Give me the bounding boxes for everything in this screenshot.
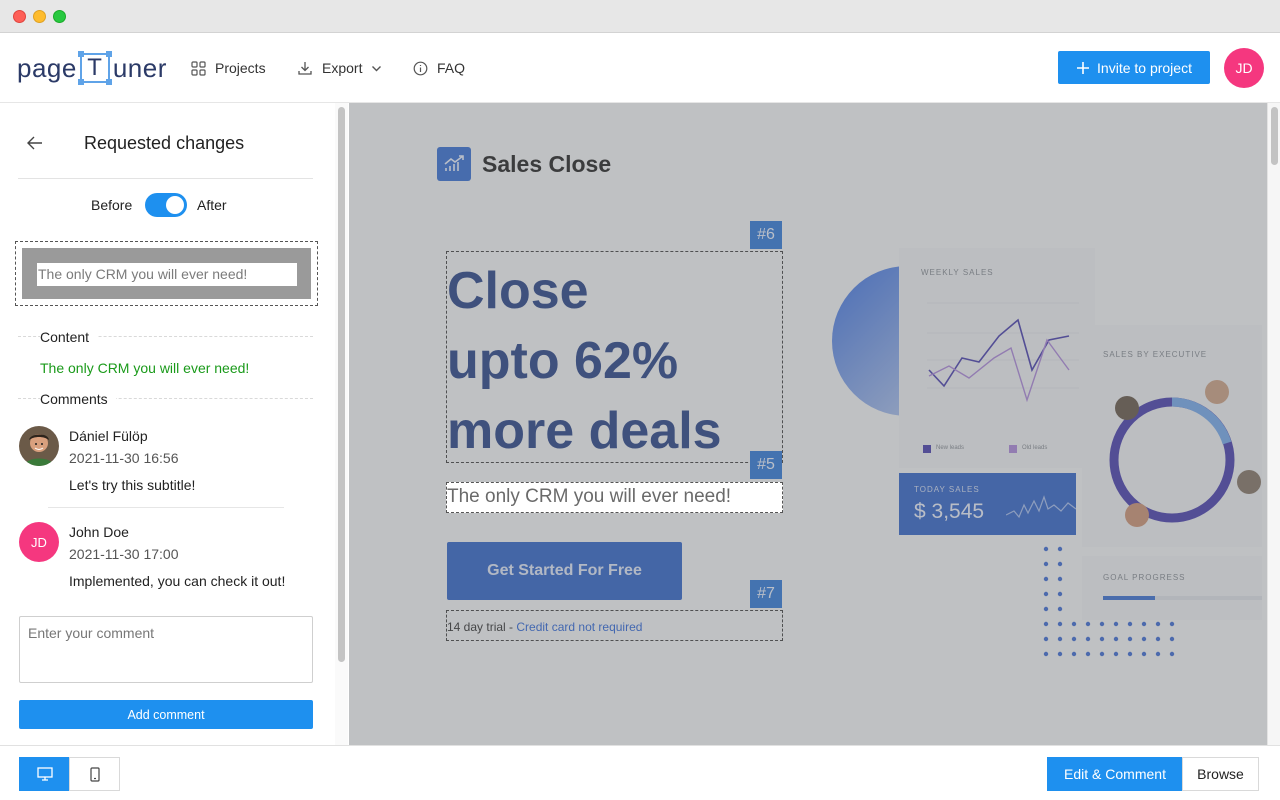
mobile-view-button[interactable] bbox=[69, 757, 120, 791]
close-window-button[interactable] bbox=[13, 10, 26, 23]
change-preview: The only CRM you will ever need! bbox=[15, 241, 318, 306]
content-value: The only CRM you will ever need! bbox=[40, 360, 250, 376]
comment-input[interactable]: Enter your comment bbox=[19, 616, 313, 683]
requested-changes-panel: Requested changes Before After The only … bbox=[0, 103, 348, 745]
plus-icon bbox=[1077, 61, 1090, 74]
comment-text: Implemented, you can check it out! bbox=[69, 573, 286, 589]
nav-projects[interactable]: Projects bbox=[191, 57, 266, 79]
nav-projects-label: Projects bbox=[215, 60, 266, 76]
commenter-name: John Doe bbox=[69, 524, 129, 540]
mobile-icon bbox=[89, 766, 100, 782]
info-icon bbox=[413, 61, 428, 75]
comments-label: Comments bbox=[40, 391, 116, 407]
comment-date: 2021-11-30 17:00 bbox=[69, 546, 179, 562]
hero-subtitle-highlight[interactable]: The only CRM you will ever need! bbox=[446, 482, 783, 513]
nav-export-label: Export bbox=[322, 60, 363, 76]
nav-export[interactable]: Export bbox=[297, 57, 382, 79]
toggle-after-label: After bbox=[197, 197, 227, 213]
browse-button[interactable]: Browse bbox=[1182, 757, 1259, 791]
maximize-window-button[interactable] bbox=[53, 10, 66, 23]
commenter-name: Dániel Fülöp bbox=[69, 428, 148, 444]
add-comment-button[interactable]: Add comment bbox=[19, 700, 313, 729]
sidebar-scrollbar[interactable] bbox=[335, 103, 348, 745]
commenter-avatar: JD bbox=[19, 522, 59, 562]
bottom-toolbar: Edit & Comment Browse bbox=[0, 745, 1280, 800]
commenter-avatar bbox=[19, 426, 59, 466]
grid-icon bbox=[191, 60, 206, 76]
invite-label: Invite to project bbox=[1097, 59, 1192, 76]
comment-date: 2021-11-30 16:56 bbox=[69, 450, 179, 466]
preview-field-text: The only CRM you will ever need! bbox=[37, 263, 297, 286]
nav-faq-label: FAQ bbox=[437, 60, 466, 76]
pagetuner-logo[interactable]: page T uner bbox=[17, 51, 167, 85]
edit-comment-button[interactable]: Edit & Comment bbox=[1047, 757, 1183, 791]
download-icon bbox=[298, 62, 312, 75]
before-after-toggle[interactable] bbox=[145, 193, 187, 217]
comment-text: Let's try this subtitle! bbox=[69, 477, 196, 493]
chevron-down-icon bbox=[372, 65, 382, 71]
before-after-toggle-row: Before After bbox=[0, 191, 335, 219]
logo-text-right: uner bbox=[112, 52, 167, 83]
app-header: page T uner Projects Export FAQ Invite t… bbox=[0, 33, 1280, 103]
preview-scrollbar[interactable] bbox=[1267, 103, 1280, 745]
logo-t-box: T bbox=[77, 51, 112, 85]
dim-overlay bbox=[349, 103, 1267, 745]
content-label: Content bbox=[40, 329, 98, 345]
desktop-icon bbox=[36, 767, 53, 781]
logo-text-left: page bbox=[17, 52, 77, 83]
desktop-view-button[interactable] bbox=[19, 757, 70, 791]
nav-faq[interactable]: FAQ bbox=[413, 57, 465, 79]
comment-separator bbox=[48, 507, 284, 508]
user-avatar[interactable]: JD bbox=[1224, 48, 1264, 88]
divider bbox=[18, 178, 313, 179]
panel-title: Requested changes bbox=[84, 133, 245, 153]
invite-to-project-button[interactable]: Invite to project bbox=[1058, 51, 1210, 84]
page-preview: Sales Close Close upto 62% more deals #6… bbox=[349, 103, 1267, 745]
minimize-window-button[interactable] bbox=[33, 10, 46, 23]
logo-text-box: T bbox=[87, 54, 103, 81]
back-arrow-icon[interactable] bbox=[26, 135, 44, 151]
window-titlebar bbox=[0, 0, 1280, 33]
toggle-before-label: Before bbox=[91, 197, 133, 213]
